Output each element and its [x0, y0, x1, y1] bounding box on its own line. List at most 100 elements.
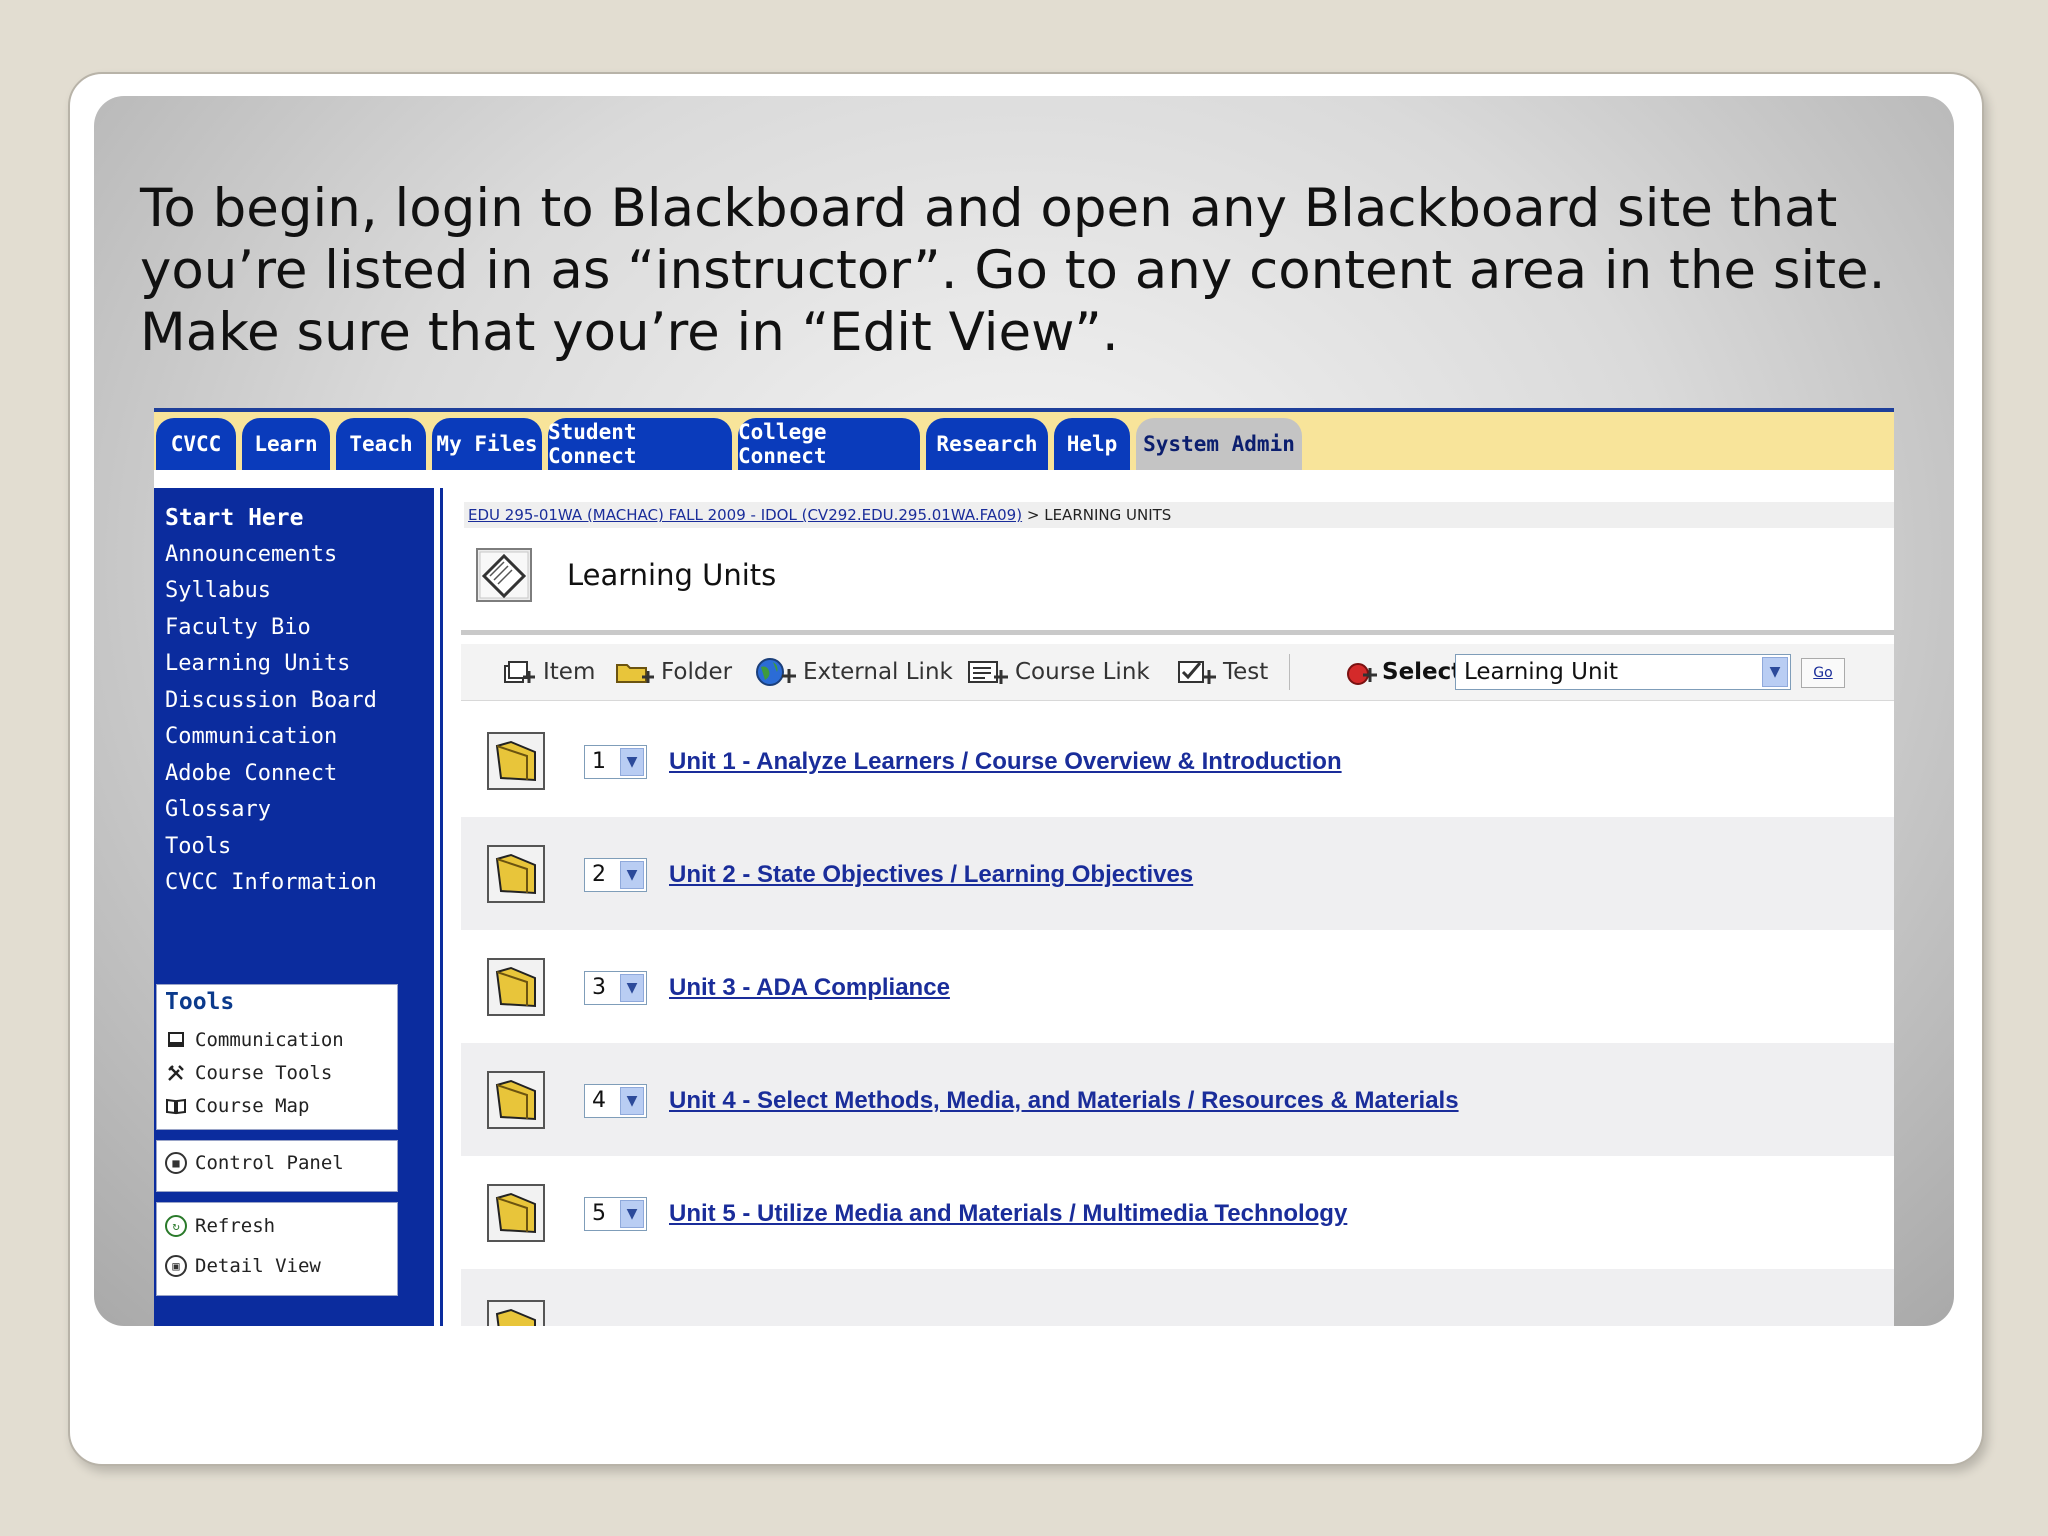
chevron-down-icon[interactable]: ▼	[1762, 657, 1788, 687]
globe-icon	[756, 658, 796, 686]
content-type-select-value: Learning Unit	[1464, 659, 1618, 685]
folder-icon	[487, 732, 545, 790]
add-course-link-button[interactable]: Course Link	[967, 656, 1150, 688]
blackboard-screenshot: CVCC Learn Teach My Files Student Connec…	[154, 408, 1894, 1326]
menu-item-discussion-board[interactable]: Discussion Board	[165, 687, 377, 715]
tools-course-map-link[interactable]: Course Map	[165, 1095, 309, 1117]
folder-icon	[487, 958, 545, 1016]
menu-item-adobe-connect[interactable]: Adobe Connect	[165, 760, 337, 788]
tools-panel-title: Tools	[165, 989, 235, 1015]
title-divider	[461, 630, 1894, 635]
add-test-button[interactable]: Test	[1177, 656, 1268, 688]
folder-icon	[487, 1071, 545, 1129]
tab-research[interactable]: Research	[926, 418, 1048, 470]
tab-help[interactable]: Help	[1054, 418, 1130, 470]
unit-link-3[interactable]: Unit 3 - ADA Compliance	[669, 974, 950, 1002]
detail-view-link[interactable]: ▣ Detail View	[165, 1255, 321, 1277]
folder-icon	[487, 845, 545, 903]
unit-link-5[interactable]: Unit 5 - Utilize Media and Materials / M…	[669, 1200, 1347, 1228]
sidebar-divider	[440, 488, 443, 1326]
tools-course-map-label: Course Map	[195, 1095, 310, 1117]
tab-system-admin[interactable]: System Admin	[1136, 418, 1302, 470]
add-folder-button[interactable]: Folder	[615, 656, 732, 688]
unit-row-3: 3 ▼ Unit 3 - ADA Compliance	[461, 930, 1894, 1043]
unit-row-4: 4 ▼ Unit 4 - Select Methods, Media, and …	[461, 1043, 1894, 1156]
unit-order-select-1[interactable]: 1 ▼	[584, 745, 647, 779]
unit-order-select-5[interactable]: 5 ▼	[584, 1197, 647, 1231]
tab-cvcc[interactable]: CVCC	[156, 418, 236, 470]
tools-course-tools-link[interactable]: Course Tools	[165, 1062, 332, 1084]
chevron-down-icon[interactable]: ▼	[620, 861, 644, 889]
breadcrumb-separator: >	[1026, 506, 1040, 524]
go-button[interactable]: Go	[1801, 658, 1845, 688]
control-panel-link[interactable]: ■ Control Panel	[165, 1152, 344, 1174]
unit-row-partial	[461, 1269, 1894, 1326]
unit-order-select-4[interactable]: 4 ▼	[584, 1084, 647, 1118]
folder-icon	[487, 1300, 545, 1326]
select-add-icon	[1347, 663, 1377, 685]
unit-link-2[interactable]: Unit 2 - State Objectives / Learning Obj…	[669, 861, 1193, 889]
chevron-down-icon[interactable]: ▼	[620, 1087, 644, 1115]
wrench-icon	[165, 1062, 187, 1084]
book-icon	[165, 1095, 187, 1117]
tab-college-connect[interactable]: College Connect	[738, 418, 920, 470]
unit-row-1: 1 ▼ Unit 1 - Analyze Learners / Course O…	[461, 704, 1894, 817]
menu-item-tools[interactable]: Tools	[165, 833, 231, 861]
instruction-line-3: Make sure that you’re in “Edit View”.	[140, 302, 1119, 363]
tab-my-files[interactable]: My Files	[432, 418, 542, 470]
page-title: Learning Units	[567, 558, 777, 592]
menu-item-learning-units[interactable]: Learning Units	[165, 650, 350, 678]
menu-item-glossary[interactable]: Glossary	[165, 796, 271, 824]
content-toolbar: Item Folder External Link Course Link Te…	[461, 644, 1894, 701]
tools-panel: Tools Communication Course Tools Course …	[156, 984, 398, 1130]
folder-icon	[487, 1184, 545, 1242]
tab-teach[interactable]: Teach	[336, 418, 426, 470]
add-external-link-button[interactable]: External Link	[755, 656, 953, 688]
unit-link-4[interactable]: Unit 4 - Select Methods, Media, and Mate…	[669, 1087, 1459, 1115]
add-item-button[interactable]: Item	[503, 656, 595, 688]
breadcrumb-current: LEARNING UNITS	[1044, 506, 1172, 524]
unit-order-value-4: 4	[592, 1088, 606, 1113]
view-panel-box: ↻ Refresh ▣ Detail View	[156, 1202, 398, 1296]
slide-panel: To begin, login to Blackboard and open a…	[94, 96, 1954, 1326]
detail-view-label: Detail View	[195, 1255, 321, 1277]
breadcrumb-course-link[interactable]: EDU 295-01WA (MACHAC) FALL 2009 - IDOL (…	[468, 506, 1022, 524]
chevron-down-icon[interactable]: ▼	[620, 748, 644, 776]
chevron-down-icon[interactable]: ▼	[620, 1200, 644, 1228]
tab-bar: CVCC Learn Teach My Files Student Connec…	[154, 408, 1894, 470]
menu-item-announcements[interactable]: Announcements	[165, 541, 337, 569]
tools-communication-link[interactable]: Communication	[165, 1029, 344, 1051]
instruction-text: To begin, login to Blackboard and open a…	[140, 178, 1920, 364]
refresh-icon: ↻	[165, 1215, 187, 1237]
tab-learn[interactable]: Learn	[242, 418, 330, 470]
unit-order-value-3: 3	[592, 975, 606, 1000]
tools-communication-label: Communication	[195, 1029, 344, 1051]
instruction-line-2: you’re listed in as “instructor”. Go to …	[140, 240, 1886, 301]
menu-item-start-here[interactable]: Start Here	[165, 504, 303, 532]
unit-order-value-2: 2	[592, 862, 606, 887]
content-page-icon	[476, 548, 532, 602]
unit-order-value-5: 5	[592, 1201, 606, 1226]
add-course-link-label: Course Link	[1015, 659, 1150, 685]
menu-item-syllabus[interactable]: Syllabus	[165, 577, 271, 605]
computer-icon	[165, 1029, 187, 1051]
menu-item-communication[interactable]: Communication	[165, 723, 337, 751]
add-folder-icon	[616, 664, 654, 683]
unit-link-1[interactable]: Unit 1 - Analyze Learners / Course Overv…	[669, 748, 1342, 776]
instruction-line-1: To begin, login to Blackboard and open a…	[140, 178, 1838, 239]
add-external-link-label: External Link	[803, 659, 953, 685]
course-link-icon	[968, 661, 1008, 684]
menu-item-faculty-bio[interactable]: Faculty Bio	[165, 614, 311, 642]
add-folder-label: Folder	[661, 659, 733, 685]
breadcrumb: EDU 295-01WA (MACHAC) FALL 2009 - IDOL (…	[464, 502, 1894, 528]
tab-student-connect[interactable]: Student Connect	[548, 418, 732, 470]
refresh-link[interactable]: ↻ Refresh	[165, 1215, 275, 1237]
unit-row-2: 2 ▼ Unit 2 - State Objectives / Learning…	[461, 817, 1894, 930]
content-type-select[interactable]: Learning Unit ▼	[1455, 654, 1791, 690]
detail-view-icon: ▣	[165, 1255, 187, 1277]
unit-order-select-3[interactable]: 3 ▼	[584, 971, 647, 1005]
chevron-down-icon[interactable]: ▼	[620, 974, 644, 1002]
control-panel-icon: ■	[165, 1152, 187, 1174]
unit-order-select-2[interactable]: 2 ▼	[584, 858, 647, 892]
menu-item-cvcc-information[interactable]: CVCC Information	[165, 869, 377, 897]
